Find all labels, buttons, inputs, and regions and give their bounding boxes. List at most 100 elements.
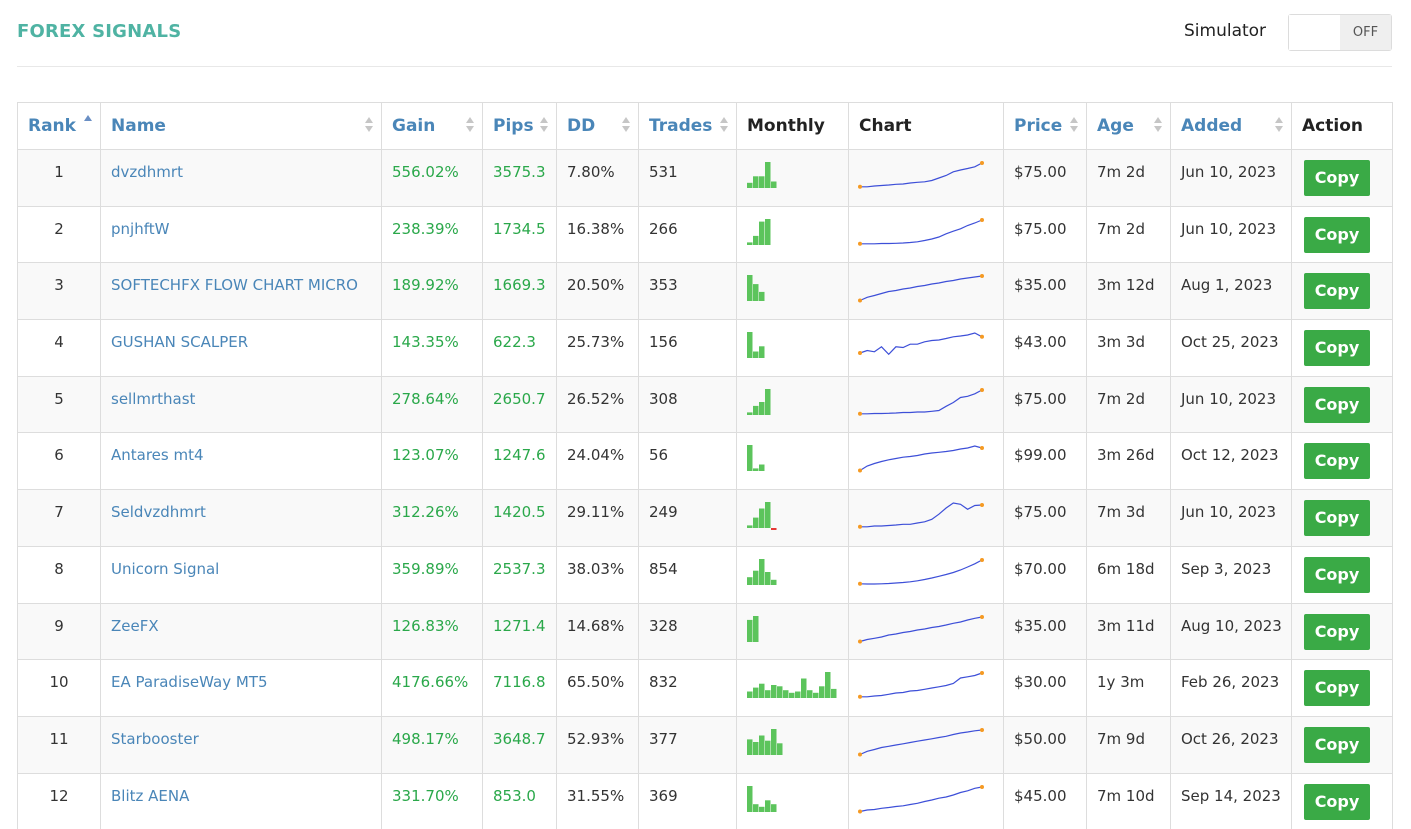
chart-cell bbox=[848, 545, 1004, 604]
signal-name-link[interactable]: Blitz AENA bbox=[100, 772, 382, 829]
price-cell: $99.00 bbox=[1003, 432, 1087, 491]
toggle-knob[interactable] bbox=[1289, 15, 1341, 50]
pips-cell: 1420.5 bbox=[482, 489, 557, 547]
monthly-bar-chart bbox=[747, 615, 759, 642]
pips-cell: 622.3 bbox=[482, 319, 557, 377]
action-cell: Copy bbox=[1291, 262, 1393, 321]
rank-cell: 1 bbox=[17, 149, 101, 207]
signal-name-link[interactable]: ZeeFX bbox=[100, 602, 382, 661]
gain-cell: 312.26% bbox=[381, 489, 483, 547]
chart-cell bbox=[848, 319, 1004, 377]
age-cell: 3m 26d bbox=[1086, 432, 1171, 491]
monthly-bar bbox=[783, 690, 789, 699]
action-cell: Copy bbox=[1291, 715, 1393, 774]
monthly-cell bbox=[736, 545, 849, 604]
chart-cell bbox=[848, 602, 1004, 661]
gain-cell: 556.02% bbox=[381, 149, 483, 207]
trades-cell: 377 bbox=[638, 715, 737, 774]
signal-name-link[interactable]: Seldvzdhmrt bbox=[100, 489, 382, 547]
price-cell: $50.00 bbox=[1003, 715, 1087, 774]
monthly-bar bbox=[771, 803, 777, 812]
col-header-gain[interactable]: Gain bbox=[381, 102, 483, 150]
col-header-name[interactable]: Name bbox=[100, 102, 382, 150]
equity-line bbox=[859, 559, 983, 585]
copy-button[interactable]: Copy bbox=[1304, 613, 1370, 650]
col-header-rank[interactable]: Rank bbox=[17, 102, 101, 150]
sort-asc-icon bbox=[84, 115, 92, 133]
copy-button[interactable]: Copy bbox=[1304, 726, 1370, 763]
chart-cell bbox=[848, 489, 1004, 547]
added-date-cell: Jun 10, 2023 bbox=[1170, 205, 1292, 264]
rank-cell: 8 bbox=[17, 545, 101, 604]
gain-cell: 498.17% bbox=[381, 715, 483, 774]
monthly-bar-chart bbox=[747, 332, 765, 359]
monthly-bar bbox=[831, 689, 837, 699]
drawdown-cell: 16.38% bbox=[556, 205, 639, 264]
signal-name-link[interactable]: pnjhftW bbox=[100, 205, 382, 264]
signal-name-link[interactable]: SOFTECHFX FLOW CHART MICRO bbox=[100, 262, 382, 321]
monthly-bar-chart bbox=[747, 162, 777, 188]
top-bar: FOREX SIGNALS Simulator OFF bbox=[17, 0, 1392, 67]
added-date-cell: Aug 1, 2023 bbox=[1170, 262, 1292, 321]
monthly-bar bbox=[753, 615, 759, 642]
equity-line bbox=[859, 275, 983, 302]
signal-name-link[interactable]: sellmrthast bbox=[100, 375, 382, 434]
chart-cell bbox=[848, 262, 1004, 321]
signal-name-link[interactable]: EA ParadiseWay MT5 bbox=[100, 659, 382, 717]
pips-cell: 1271.4 bbox=[482, 602, 557, 661]
trades-cell: 832 bbox=[638, 659, 737, 717]
copy-button[interactable]: Copy bbox=[1304, 160, 1370, 196]
col-header-added[interactable]: Added bbox=[1170, 102, 1292, 150]
monthly-bar bbox=[747, 577, 753, 585]
monthly-bar bbox=[753, 687, 759, 699]
action-cell: Copy bbox=[1291, 432, 1393, 491]
pips-cell: 7116.8 bbox=[482, 659, 557, 717]
copy-button[interactable]: Copy bbox=[1304, 500, 1370, 537]
col-header-dd[interactable]: DD bbox=[556, 102, 639, 150]
start-point bbox=[858, 809, 862, 814]
monthly-bar bbox=[747, 445, 753, 472]
signal-name-link[interactable]: dvzdhmrt bbox=[100, 149, 382, 207]
sort-both-icon bbox=[1154, 117, 1162, 135]
signal-name-link[interactable]: Starbooster bbox=[100, 715, 382, 774]
pips-cell: 3648.7 bbox=[482, 715, 557, 774]
added-date-cell: Feb 26, 2023 bbox=[1170, 659, 1292, 717]
copy-button[interactable]: Copy bbox=[1304, 783, 1370, 820]
monthly-bar-chart bbox=[747, 502, 777, 531]
copy-button[interactable]: Copy bbox=[1304, 443, 1370, 480]
col-header-pips[interactable]: Pips bbox=[482, 102, 557, 150]
price-cell: $75.00 bbox=[1003, 375, 1087, 434]
col-header-action: Action bbox=[1291, 102, 1393, 150]
col-header-price[interactable]: Price bbox=[1003, 102, 1087, 150]
action-cell: Copy bbox=[1291, 489, 1393, 547]
equity-sparkline bbox=[858, 161, 984, 189]
copy-button[interactable]: Copy bbox=[1304, 273, 1370, 310]
copy-button[interactable]: Copy bbox=[1304, 330, 1370, 367]
col-header-age[interactable]: Age bbox=[1086, 102, 1171, 150]
table-row: 10 EA ParadiseWay MT5 4176.66% 7116.8 65.50%… bbox=[17, 659, 1393, 717]
equity-sparkline bbox=[858, 671, 984, 699]
gain-cell: 359.89% bbox=[381, 545, 483, 604]
monthly-bar bbox=[759, 176, 765, 188]
simulator-toggle[interactable]: OFF bbox=[1288, 14, 1392, 51]
equity-line bbox=[859, 785, 983, 812]
monthly-cell bbox=[736, 659, 849, 717]
rank-cell: 4 bbox=[17, 319, 101, 377]
sort-both-icon bbox=[622, 117, 630, 135]
copy-button[interactable]: Copy bbox=[1304, 556, 1370, 593]
copy-button[interactable]: Copy bbox=[1304, 386, 1370, 423]
copy-button[interactable]: Copy bbox=[1304, 670, 1370, 707]
col-header-trades[interactable]: Trades bbox=[638, 102, 737, 150]
action-cell: Copy bbox=[1291, 659, 1393, 717]
drawdown-cell: 20.50% bbox=[556, 262, 639, 321]
table-row: 2 pnjhftW 238.39% 1734.5 16.38% 266 $75.00 7m 2… bbox=[17, 205, 1393, 264]
trades-cell: 328 bbox=[638, 602, 737, 661]
signal-name-link[interactable]: Antares mt4 bbox=[100, 432, 382, 491]
signal-name-link[interactable]: Unicorn Signal bbox=[100, 545, 382, 604]
monthly-bar bbox=[753, 468, 759, 472]
monthly-bar bbox=[771, 579, 777, 585]
signal-name-link[interactable]: GUSHAN SCALPER bbox=[100, 319, 382, 377]
rank-cell: 7 bbox=[17, 489, 101, 547]
monthly-bar bbox=[765, 218, 771, 245]
copy-button[interactable]: Copy bbox=[1304, 216, 1370, 253]
